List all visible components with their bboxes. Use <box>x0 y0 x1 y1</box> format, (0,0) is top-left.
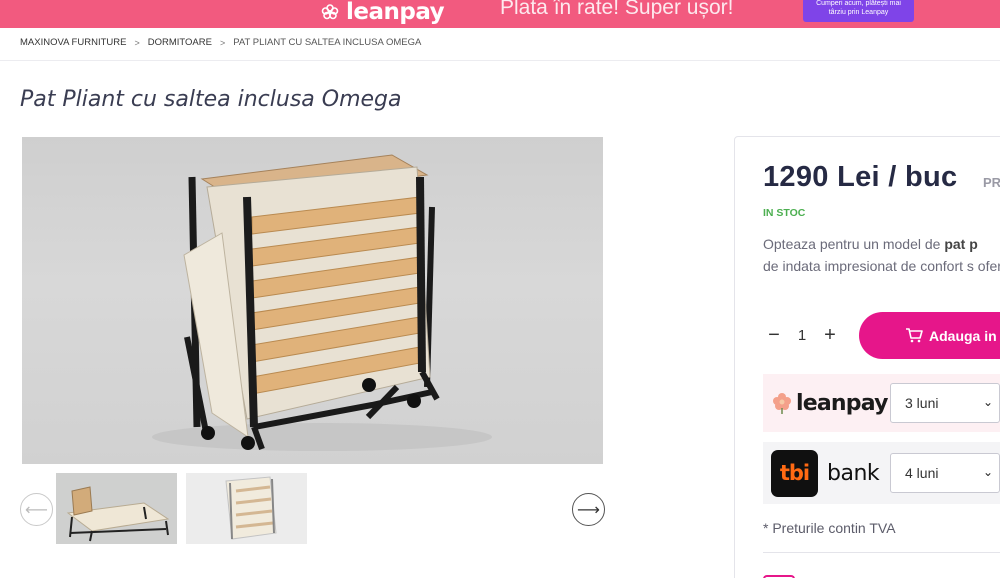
desc-part-2: de indata impresionat de confort s ofera… <box>763 258 1000 274</box>
leanpay-flower-icon <box>773 393 791 414</box>
tbi-bank-logo: tbi bank <box>763 449 889 497</box>
breadcrumb-category[interactable]: DORMITOARE <box>148 37 212 48</box>
breadcrumb-current: PAT PLIANT CU SALTEA INCLUSA OMEGA <box>233 37 422 48</box>
breadcrumb-separator: > <box>219 37 226 48</box>
product-title: Pat Pliant cu saltea inclusa Omega <box>20 87 402 112</box>
header-divider <box>0 60 1000 61</box>
leanpay-banner-text: leanpay <box>346 0 445 25</box>
leanpay-installments-select[interactable]: 3 luni ⌄ <box>890 383 1000 423</box>
chevron-down-icon: ⌄ <box>982 395 993 409</box>
leanpay-financing-row: leanpay 3 luni ⌄ <box>763 374 1000 432</box>
thumbnail-1[interactable] <box>56 473 177 544</box>
chevron-down-icon: ⌄ <box>982 465 993 479</box>
thumbnail-bed-open-image <box>66 486 170 542</box>
tbi-installments-select[interactable]: 4 luni ⌄ <box>890 453 1000 493</box>
add-to-cart-button[interactable]: Adauga in <box>859 312 1000 359</box>
leanpay-logo-text: leanpay <box>796 390 888 416</box>
add-to-cart-label: Adauga in <box>929 327 997 344</box>
arrow-left-icon: ⟵ <box>25 501 48 519</box>
plus-icon: + <box>824 323 836 346</box>
banner-badge-line1: Cumperi acum, plătești mai <box>816 0 901 7</box>
banner-promo-text: Plata în rate! Super ușor! <box>500 0 734 19</box>
tbi-installments-value: 4 luni <box>905 465 939 481</box>
desc-bold: pat p <box>944 236 978 252</box>
arrow-right-icon: ⟶ <box>577 501 600 519</box>
product-price: 1290 Lei / buc <box>763 161 958 193</box>
buy-box: 1290 Lei / buc PR IN STOC Opteaza pentru… <box>734 136 1000 578</box>
tbi-logo-mark: tbi <box>771 449 818 497</box>
product-code-label: PR <box>983 175 1000 190</box>
buy-box-divider <box>763 552 1000 553</box>
minus-icon: − <box>768 323 780 346</box>
desc-part-1: Opteaza pentru un model de <box>763 236 945 252</box>
quantity-decrease-button[interactable]: − <box>763 324 785 346</box>
product-main-image[interactable] <box>22 137 603 464</box>
breadcrumb: MAXINOVA FURNITURE > DORMITOARE > PAT PL… <box>20 37 421 48</box>
tbi-financing-row: tbi bank 4 luni ⌄ <box>763 442 1000 504</box>
product-short-description: Opteaza pentru un model de pat p de indat… <box>763 233 1000 277</box>
thumbnail-2[interactable] <box>186 473 307 544</box>
quantity-increase-button[interactable]: + <box>819 324 841 346</box>
vat-note: * Preturile contin TVA <box>763 520 896 536</box>
thumbnail-bed-folded-image <box>225 476 277 540</box>
gallery-next-button[interactable]: ⟶ <box>572 493 605 526</box>
quantity-value[interactable]: 1 <box>785 327 819 344</box>
stock-status: IN STOC <box>763 207 806 219</box>
leanpay-flower-icon <box>321 4 339 20</box>
banner-badge-line2: târziu prin Leanpay <box>828 9 889 16</box>
tbi-logo-text: bank <box>827 460 880 486</box>
folding-bed-image <box>152 154 492 451</box>
breadcrumb-separator: > <box>134 37 140 48</box>
gallery-prev-button[interactable]: ⟵ <box>20 493 53 526</box>
promo-banner[interactable]: leanpay Plata în rate! Super ușor! Cumpe… <box>0 0 1000 28</box>
banner-badge[interactable]: Cumperi acum, plătești mai târziu prin L… <box>803 0 914 22</box>
leanpay-installments-value: 3 luni <box>905 395 939 411</box>
breadcrumb-home[interactable]: MAXINOVA FURNITURE <box>20 37 126 48</box>
leanpay-banner-logo: leanpay <box>318 0 445 26</box>
cart-icon <box>906 328 923 343</box>
leanpay-logo: leanpay <box>763 391 889 416</box>
quantity-stepper: − 1 + <box>763 324 841 346</box>
